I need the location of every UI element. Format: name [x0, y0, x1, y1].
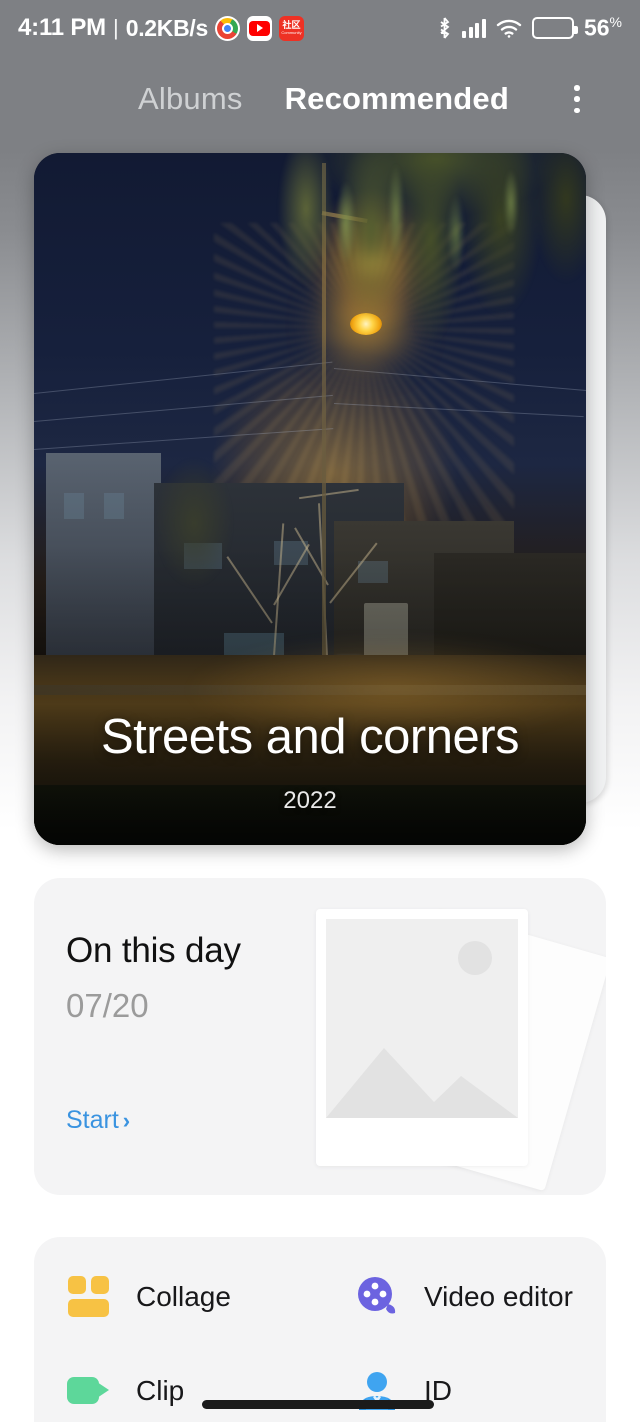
- tool-collage-label: Collage: [136, 1281, 231, 1312]
- chevron-right-icon: ›: [122, 1107, 131, 1133]
- clip-icon: [66, 1368, 112, 1414]
- network-speed: 0.2KB/s: [125, 14, 209, 41]
- photo-placeholder-front: [316, 909, 528, 1166]
- photo-placeholder-image: [326, 919, 518, 1118]
- sun-icon: [458, 941, 492, 975]
- community-app-icon: 社区 Community: [278, 15, 304, 41]
- battery-percent: 56%: [583, 14, 622, 41]
- bluetooth-icon: [437, 16, 452, 40]
- wifi-icon: [496, 18, 522, 38]
- tab-recommended[interactable]: Recommended: [285, 81, 509, 117]
- on-this-day-title: On this day: [66, 931, 241, 970]
- status-clock: 4:11 PM: [18, 14, 106, 41]
- tab-albums[interactable]: Albums: [138, 81, 243, 117]
- on-this-day-date: 07/20: [66, 987, 149, 1024]
- on-this-day-card[interactable]: On this day 07/20 Start ›: [34, 878, 606, 1195]
- memory-card[interactable]: Streets and corners 2022: [34, 153, 606, 845]
- tool-video-editor-label: Video editor: [424, 1281, 573, 1312]
- community-icon-subtext: Community: [281, 30, 302, 35]
- tool-clip[interactable]: Clip: [66, 1368, 184, 1414]
- status-bar: 4:11 PM | 0.2KB/s 社区 Community 56%: [0, 0, 640, 56]
- memory-card-front[interactable]: Streets and corners 2022: [34, 153, 586, 845]
- hanging-leaves: [316, 163, 566, 383]
- collage-icon: [66, 1274, 112, 1320]
- start-button[interactable]: Start ›: [66, 1106, 130, 1135]
- status-separator: |: [112, 15, 119, 40]
- video-editor-icon: [354, 1274, 400, 1320]
- status-bar-right: 56%: [437, 14, 622, 42]
- memory-title: Streets and corners: [100, 710, 520, 764]
- gesture-navigation-bar[interactable]: [202, 1400, 434, 1409]
- battery-icon: [531, 17, 578, 39]
- photo-placeholder-stack: [316, 903, 606, 1192]
- chrome-icon: [214, 15, 240, 41]
- mountain-icon: [326, 1048, 518, 1118]
- tools-card: Collage Video editor Clip ID: [34, 1237, 606, 1422]
- cellular-signal-icon: [462, 18, 486, 38]
- start-label: Start: [66, 1106, 119, 1134]
- tool-video-editor[interactable]: Video editor: [354, 1274, 573, 1320]
- youtube-icon: [246, 15, 272, 41]
- status-bar-left: 4:11 PM | 0.2KB/s 社区 Community: [18, 14, 304, 42]
- memory-year: 2022: [283, 787, 337, 814]
- tool-clip-label: Clip: [136, 1375, 185, 1406]
- overflow-menu-icon[interactable]: [562, 82, 592, 116]
- tab-bar: Albums Recommended: [0, 56, 640, 142]
- community-icon-text: 社区: [282, 20, 301, 30]
- tool-collage[interactable]: Collage: [66, 1274, 231, 1320]
